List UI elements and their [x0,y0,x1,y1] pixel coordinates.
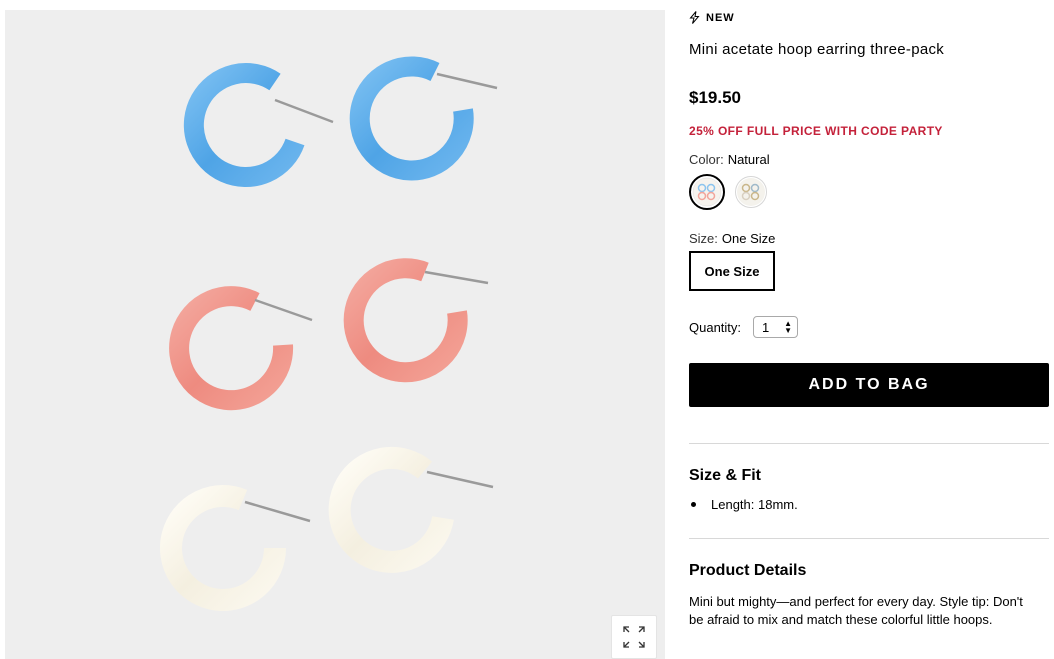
quantity-label: Quantity: [689,319,742,335]
size-option-one-size[interactable]: One Size [689,251,775,291]
product-price: $19.50 [689,88,741,107]
expand-icon [623,626,645,648]
product-image [160,56,498,611]
quantity-row: Quantity: 1 ▲ ▼ [689,316,799,338]
swatch-thumbnail [737,178,765,206]
quantity-value: 1 [762,319,770,335]
size-selected-value: One Size [721,231,776,246]
promo-message: 25% OFF FULL PRICE WITH CODE PARTY [689,124,943,138]
pink-hoop-left [169,286,313,411]
badge-label: NEW [706,11,735,24]
color-label-row: Color: Natural [689,152,770,167]
list-item: Length: 18mm. [689,497,798,512]
divider [689,538,1049,539]
zoom-button[interactable] [611,615,657,659]
divider [689,443,1049,444]
size-label: Size: [689,231,718,246]
size-label-row: Size: One Size [689,231,775,246]
product-details-heading: Product Details [689,562,807,579]
quantity-select[interactable]: 1 ▲ ▼ [753,316,799,338]
blue-hoop-left [183,63,334,188]
blue-hoop-right [349,56,498,181]
swatch-thumbnail [692,177,722,207]
add-to-bag-button[interactable]: ADD TO BAG [689,363,1049,407]
size-fit-heading: Size & Fit [689,467,762,484]
color-swatch-alt[interactable] [735,176,767,208]
new-badge: NEW [689,11,735,24]
color-selected-value: Natural [727,152,770,167]
lightning-bolt-icon [689,11,700,24]
size-fit-item: Length: 18mm. [711,497,798,512]
color-label: Color: [689,152,724,167]
pink-hoop-right [343,258,489,383]
color-swatch-natural[interactable] [689,174,725,210]
white-hoop-right [328,446,494,573]
bullet-icon [691,502,696,507]
white-hoop-left [160,485,311,611]
product-details-text: Mini but mighty—and perfect for every da… [689,594,1023,627]
product-title: Mini acetate hoop earring three-pack [689,41,945,58]
color-swatches [689,174,767,210]
stepper-arrows-icon: ▲ ▼ [784,319,793,335]
product-image-panel [5,10,665,659]
